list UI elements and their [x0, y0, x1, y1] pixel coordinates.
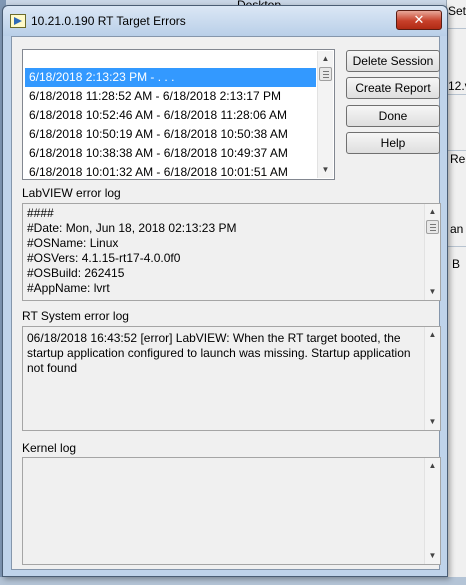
background-text: 12.v: [448, 79, 466, 93]
scroll-up-arrow-icon[interactable]: ▲: [425, 458, 440, 474]
rt-system-error-log-text: 06/18/2018 16:43:52 [error] LabVIEW: Whe…: [27, 331, 411, 375]
background-text: B: [452, 257, 461, 271]
labview-log-scrollbar[interactable]: ▲ ▼: [424, 204, 440, 300]
session-list-item[interactable]: 6/18/2018 2:13:23 PM - . . .: [25, 68, 316, 87]
kernel-log-scrollbar[interactable]: ▲ ▼: [424, 458, 440, 564]
kernel-log-label: Kernel log: [22, 441, 77, 455]
session-rows: 6/18/2018 2:13:23 PM - . . . 6/18/2018 11…: [25, 68, 316, 182]
log-line: #Version: 15.0.1: [25, 296, 422, 298]
background-text: Setting CycleL: [448, 4, 466, 18]
dialog-client-area: 6/18/2018 2:13:23 PM - . . . 6/18/2018 11…: [11, 36, 441, 570]
log-line: #AppName: lvrt: [27, 281, 110, 295]
rt-system-error-log-label: RT System error log: [22, 309, 129, 323]
session-list-scrollbar[interactable]: ▲ ▼: [317, 51, 333, 178]
rt-system-error-log-pane[interactable]: 06/18/2018 16:43:52 [error] LabVIEW: Whe…: [22, 326, 441, 431]
window-title: 10.21.0.190 RT Target Errors: [31, 14, 186, 28]
session-list-item[interactable]: 6/18/2018 10:01:32 AM - 6/18/2018 10:01:…: [25, 163, 316, 182]
session-list[interactable]: 6/18/2018 2:13:23 PM - . . . 6/18/2018 11…: [22, 49, 335, 180]
log-line: #OSBuild: 262415: [27, 266, 125, 280]
background-divider: [446, 150, 466, 151]
labview-error-log-pane[interactable]: #### #Date: Mon, Jun 18, 2018 02:13:23 PM…: [22, 203, 441, 301]
log-line: #OSName: Linux: [27, 236, 119, 250]
rt-log-scrollbar[interactable]: ▲ ▼: [424, 327, 440, 430]
kernel-log-pane[interactable]: ▲ ▼: [22, 457, 441, 565]
background-divider: [446, 94, 466, 95]
session-list-item[interactable]: 6/18/2018 10:38:38 AM - 6/18/2018 10:49:…: [25, 144, 316, 163]
background-divider: [446, 28, 466, 29]
session-list-item[interactable]: 6/18/2018 11:28:52 AM - 6/18/2018 2:13:1…: [25, 87, 316, 106]
create-report-button[interactable]: Create Report: [346, 77, 440, 99]
log-line: #OSVers: 4.1.15-rt17-4.0.0f0: [27, 251, 181, 265]
scroll-down-arrow-icon[interactable]: ▼: [318, 162, 333, 178]
session-list-item[interactable]: 6/18/2018 10:50:19 AM - 6/18/2018 10:50:…: [25, 125, 316, 144]
scroll-up-arrow-icon[interactable]: ▲: [425, 204, 440, 220]
scroll-up-arrow-icon[interactable]: ▲: [425, 327, 440, 343]
close-button[interactable]: ✕: [396, 10, 442, 30]
background-divider: [446, 246, 466, 247]
scroll-down-arrow-icon[interactable]: ▼: [425, 284, 440, 300]
background-taskbar: [0, 577, 466, 585]
title-bar[interactable]: 10.21.0.190 RT Target Errors ✕: [3, 6, 447, 36]
scroll-down-arrow-icon[interactable]: ▼: [425, 414, 440, 430]
scroll-down-arrow-icon[interactable]: ▼: [425, 548, 440, 564]
labview-app-icon: [10, 14, 26, 28]
help-button[interactable]: Help: [346, 132, 440, 154]
background-text: an: [450, 222, 464, 236]
labview-log-scroll-thumb[interactable]: [426, 220, 439, 234]
labview-error-log-label: LabVIEW error log: [22, 186, 121, 200]
log-line: #Date: Mon, Jun 18, 2018 02:13:23 PM: [27, 221, 237, 235]
session-scroll-thumb[interactable]: [319, 67, 332, 81]
scroll-up-arrow-icon[interactable]: ▲: [318, 51, 333, 67]
background-text: Re: [450, 152, 466, 166]
labview-error-log-text: #### #Date: Mon, Jun 18, 2018 02:13:23 PM…: [25, 206, 422, 298]
delete-session-button[interactable]: Delete Session: [346, 50, 440, 72]
rt-target-errors-dialog: 10.21.0.190 RT Target Errors ✕ 6/18/2018…: [2, 5, 448, 577]
session-list-item[interactable]: 6/18/2018 10:52:46 AM - 6/18/2018 11:28:…: [25, 106, 316, 125]
done-button[interactable]: Done: [346, 105, 440, 127]
log-line: ####: [27, 206, 54, 220]
